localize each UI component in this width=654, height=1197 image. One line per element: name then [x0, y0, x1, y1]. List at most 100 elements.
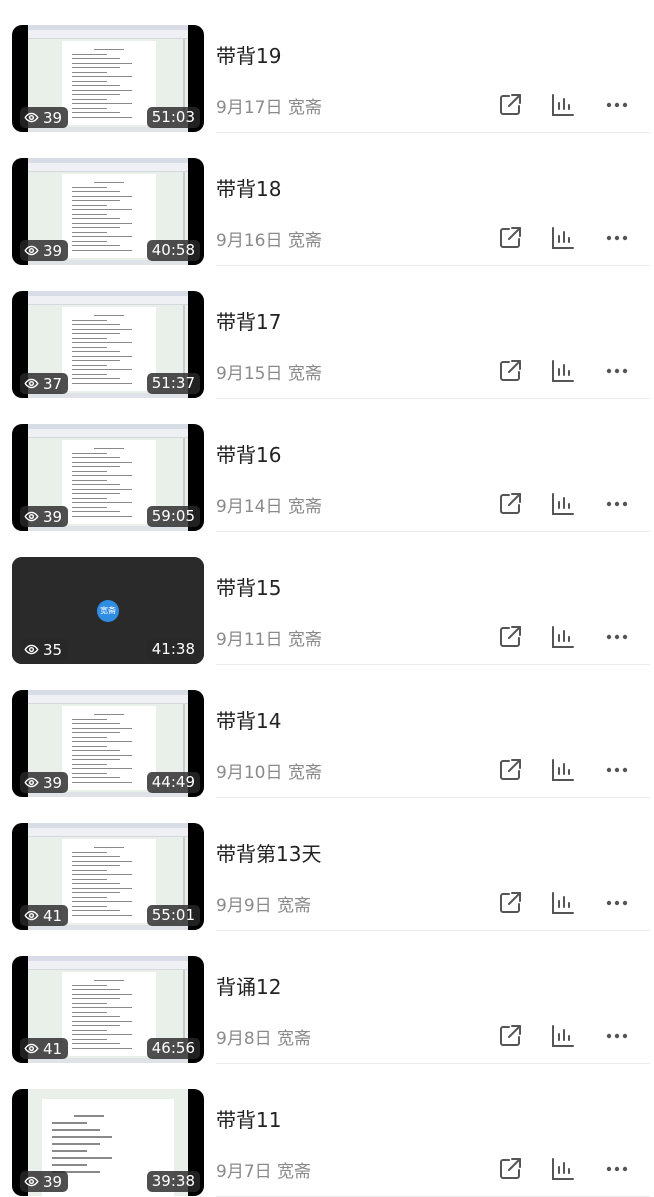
- video-list-item[interactable]: 39 51:03 带背19 9月17日 宽斋: [0, 0, 654, 133]
- video-date: 9月7日: [216, 1162, 272, 1182]
- stats-button[interactable]: [549, 889, 577, 917]
- more-horizontal-icon: [604, 1023, 630, 1049]
- view-count-badge: 37: [20, 373, 69, 394]
- duration-badge: 59:05: [146, 506, 200, 527]
- view-count: 39: [43, 108, 63, 127]
- video-title[interactable]: 背诵12: [216, 971, 281, 1000]
- eye-icon: [24, 243, 39, 258]
- eye-icon: [24, 1174, 39, 1189]
- video-date: 9月9日: [216, 896, 272, 916]
- duration-badge: 41:38: [146, 639, 200, 660]
- stats-button[interactable]: [549, 91, 577, 119]
- video-title[interactable]: 带背第13天: [216, 838, 321, 867]
- more-button[interactable]: [603, 490, 631, 518]
- video-list-item[interactable]: 41 46:56 背诵12 9月8日 宽斋: [0, 931, 654, 1064]
- video-thumbnail[interactable]: 宽斋 35 41:38: [12, 557, 204, 664]
- bar-chart-icon: [550, 1156, 576, 1182]
- video-list-item[interactable]: 39 59:05 带背16 9月14日 宽斋: [0, 399, 654, 532]
- view-count: 35: [43, 640, 63, 659]
- eye-icon: [24, 775, 39, 790]
- video-thumbnail[interactable]: 39 39:38: [12, 1089, 204, 1196]
- share-icon: [497, 1023, 523, 1049]
- stats-button[interactable]: [549, 490, 577, 518]
- video-thumbnail[interactable]: 41 55:01: [12, 823, 204, 930]
- video-title[interactable]: 带背11: [216, 1104, 281, 1133]
- video-list-item[interactable]: 39 39:38 带背11 9月7日 宽斋: [0, 1064, 654, 1197]
- stats-button[interactable]: [549, 623, 577, 651]
- view-count-badge: 39: [20, 506, 69, 527]
- eye-icon: [24, 509, 39, 524]
- more-button[interactable]: [603, 756, 631, 784]
- bar-chart-icon: [550, 757, 576, 783]
- video-thumbnail[interactable]: 39 40:58: [12, 158, 204, 265]
- video-thumbnail[interactable]: 41 46:56: [12, 956, 204, 1063]
- more-button[interactable]: [603, 889, 631, 917]
- bar-chart-icon: [550, 92, 576, 118]
- view-count: 39: [43, 507, 63, 526]
- more-horizontal-icon: [604, 358, 630, 384]
- more-button[interactable]: [603, 357, 631, 385]
- stats-button[interactable]: [549, 1022, 577, 1050]
- stats-button[interactable]: [549, 756, 577, 784]
- video-date: 9月16日: [216, 231, 283, 251]
- video-thumbnail[interactable]: 39 44:49: [12, 690, 204, 797]
- video-meta: 9月14日 宽斋: [216, 492, 322, 517]
- share-button[interactable]: [496, 91, 524, 119]
- stats-button[interactable]: [549, 1155, 577, 1183]
- eye-icon: [24, 110, 39, 125]
- view-count-badge: 41: [20, 1038, 69, 1059]
- video-title[interactable]: 带背18: [216, 173, 281, 202]
- view-count-badge: 39: [20, 1171, 69, 1192]
- more-button[interactable]: [603, 1022, 631, 1050]
- share-button[interactable]: [496, 224, 524, 252]
- bar-chart-icon: [550, 1023, 576, 1049]
- video-author: 宽斋: [287, 98, 322, 118]
- video-date: 9月10日: [216, 763, 283, 783]
- duration-badge: 51:03: [146, 107, 200, 128]
- video-list-item[interactable]: 37 51:37 带背17 9月15日 宽斋: [0, 266, 654, 399]
- video-title[interactable]: 带背17: [216, 306, 281, 335]
- share-button[interactable]: [496, 756, 524, 784]
- view-count: 39: [43, 1172, 63, 1191]
- more-button[interactable]: [603, 1155, 631, 1183]
- share-icon: [497, 624, 523, 650]
- video-title[interactable]: 带背15: [216, 572, 281, 601]
- stats-button[interactable]: [549, 224, 577, 252]
- video-meta: 9月9日 宽斋: [216, 891, 311, 916]
- video-list-item[interactable]: 39 44:49 带背14 9月10日 宽斋: [0, 665, 654, 798]
- more-button[interactable]: [603, 623, 631, 651]
- more-horizontal-icon: [604, 757, 630, 783]
- video-list-item[interactable]: 39 40:58 带背18 9月16日 宽斋: [0, 133, 654, 266]
- video-author: 宽斋: [287, 630, 322, 650]
- share-icon: [497, 890, 523, 916]
- video-list-item[interactable]: 41 55:01 带背第13天 9月9日 宽斋: [0, 798, 654, 931]
- avatar: 宽斋: [97, 600, 119, 622]
- video-thumbnail[interactable]: 39 59:05: [12, 424, 204, 531]
- more-button[interactable]: [603, 224, 631, 252]
- video-date: 9月17日: [216, 98, 283, 118]
- share-button[interactable]: [496, 889, 524, 917]
- share-button[interactable]: [496, 1155, 524, 1183]
- video-title[interactable]: 带背19: [216, 40, 281, 69]
- view-count-badge: 39: [20, 240, 69, 261]
- video-list-item[interactable]: 宽斋 35 41:38 带背15 9月11日 宽斋: [0, 532, 654, 665]
- more-horizontal-icon: [604, 225, 630, 251]
- video-title[interactable]: 带背16: [216, 439, 281, 468]
- share-button[interactable]: [496, 490, 524, 518]
- bar-chart-icon: [550, 358, 576, 384]
- video-meta: 9月16日 宽斋: [216, 226, 322, 251]
- share-button[interactable]: [496, 357, 524, 385]
- more-horizontal-icon: [604, 890, 630, 916]
- share-icon: [497, 358, 523, 384]
- share-icon: [497, 92, 523, 118]
- more-button[interactable]: [603, 91, 631, 119]
- video-author: 宽斋: [287, 231, 322, 251]
- share-button[interactable]: [496, 1022, 524, 1050]
- bar-chart-icon: [550, 890, 576, 916]
- share-button[interactable]: [496, 623, 524, 651]
- video-title[interactable]: 带背14: [216, 705, 281, 734]
- stats-button[interactable]: [549, 357, 577, 385]
- eye-icon: [24, 1041, 39, 1056]
- video-thumbnail[interactable]: 39 51:03: [12, 25, 204, 132]
- video-thumbnail[interactable]: 37 51:37: [12, 291, 204, 398]
